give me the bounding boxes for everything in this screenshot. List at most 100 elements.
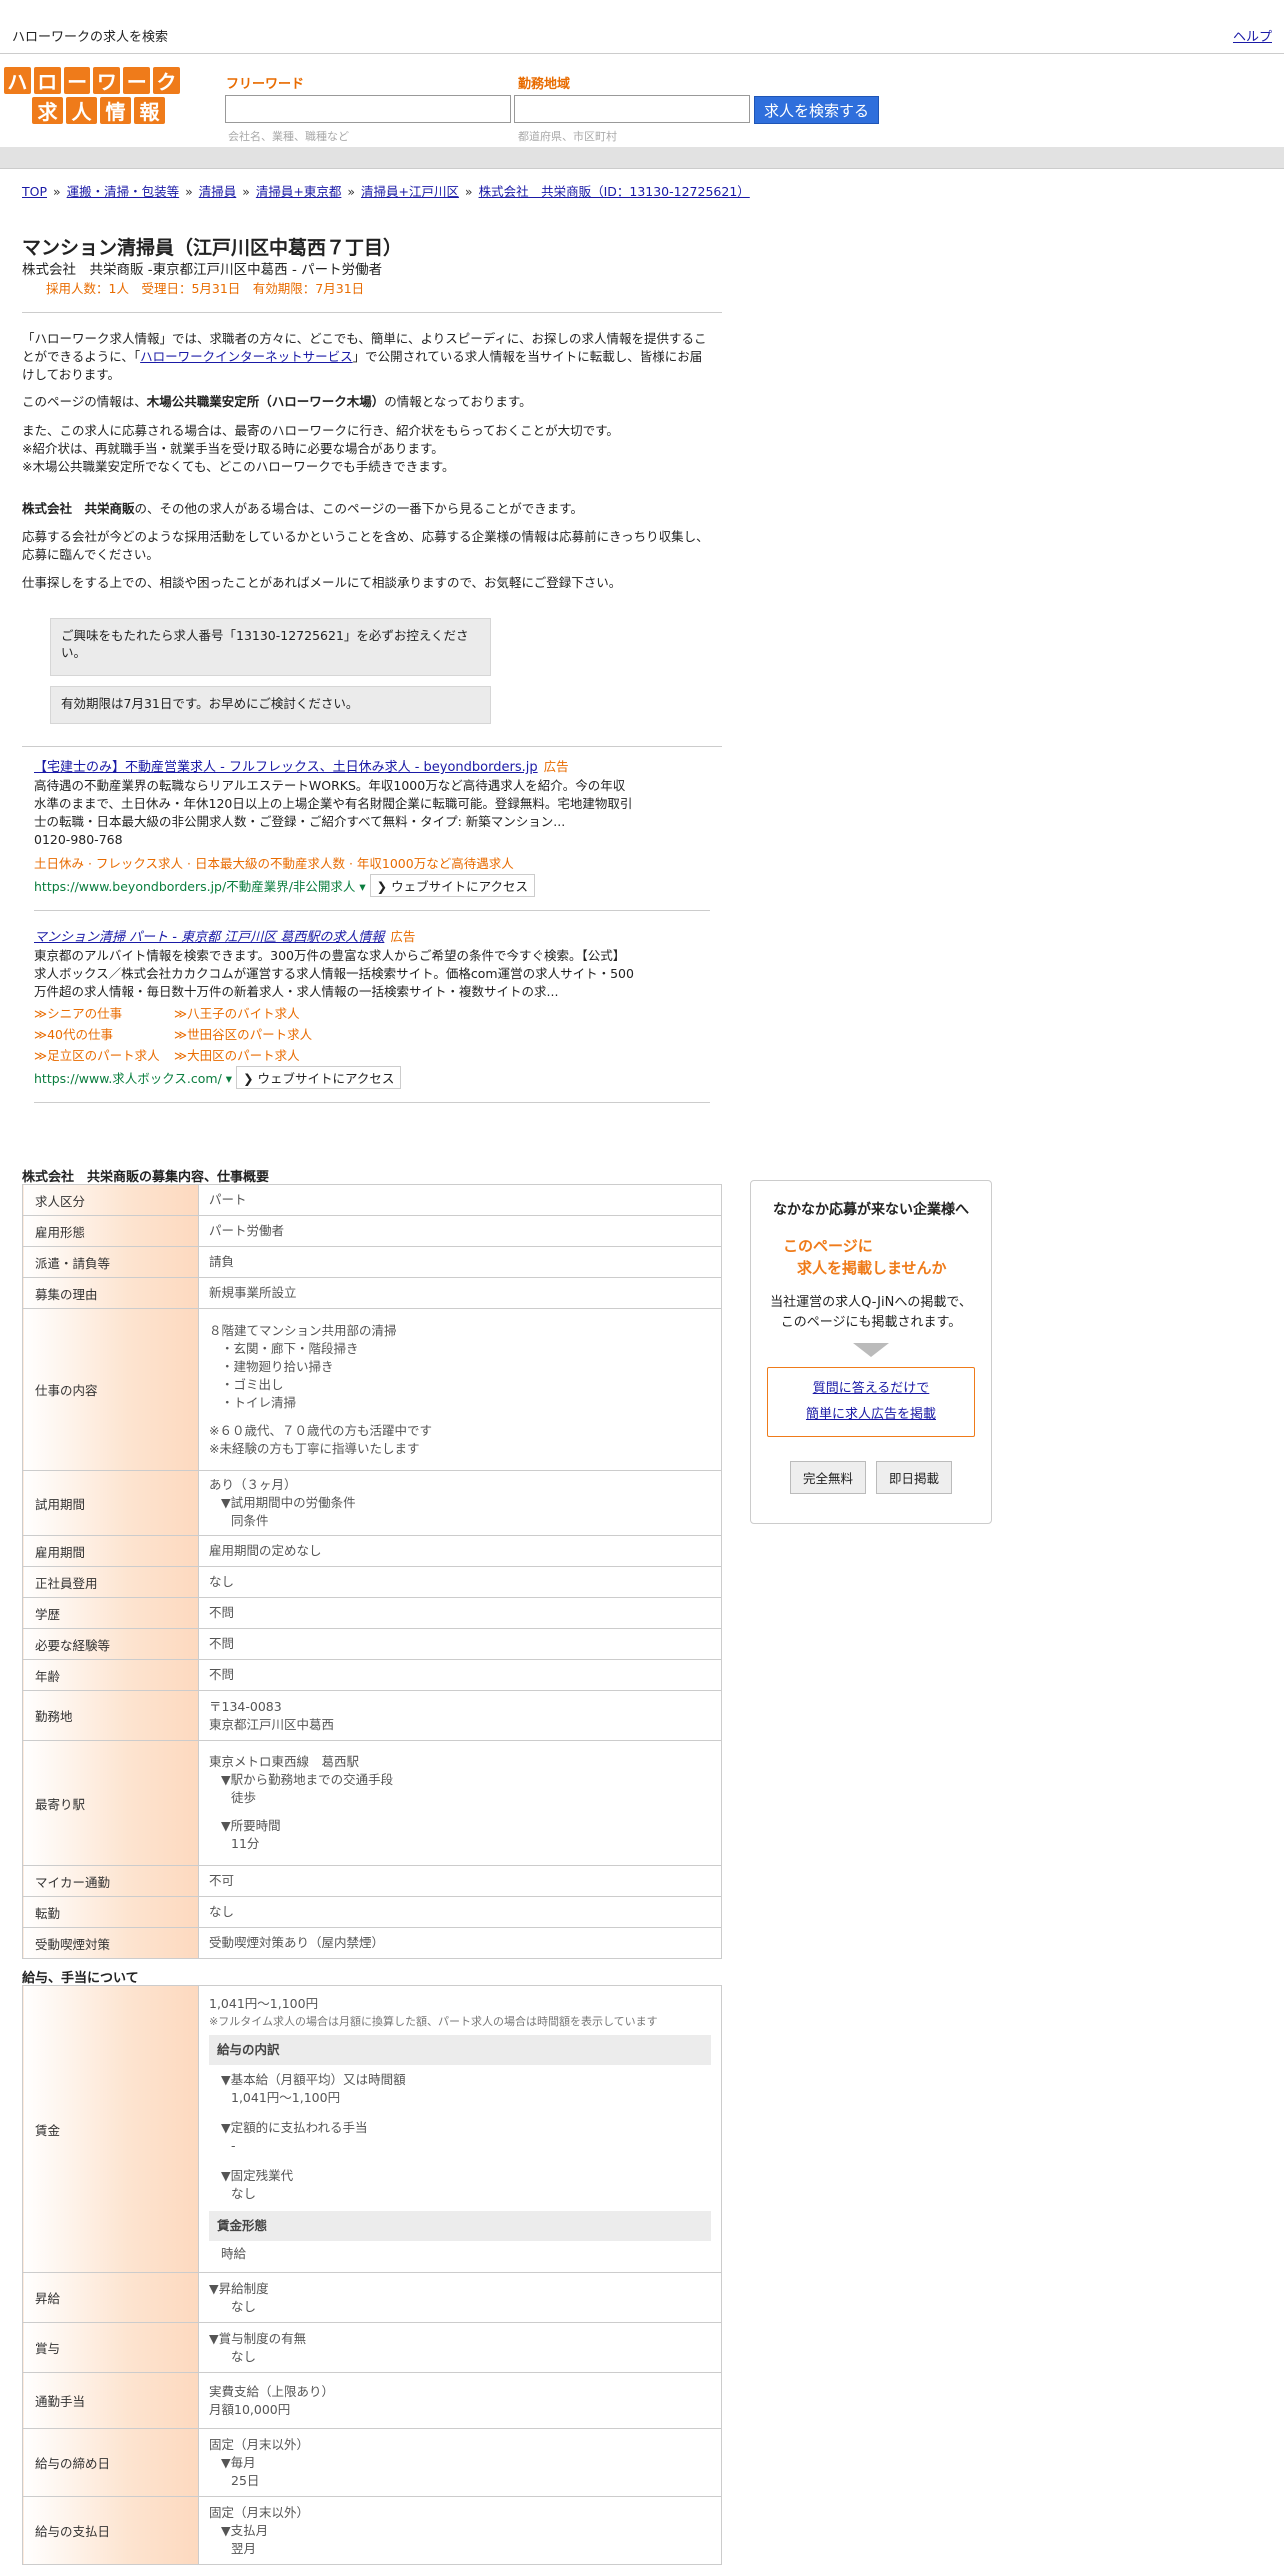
source-office-text: このページの情報は、木場公共職業安定所（ハローワーク木場）の情報となっております… xyxy=(22,394,532,409)
job-meta: 採用人数：1人 受理日：5月31日 有効期限：7月31日 xyxy=(46,281,365,296)
logo-char: ー xyxy=(63,67,91,94)
top-bar: ハローワークの求人を検索 ヘルプ xyxy=(0,0,1284,54)
other-jobs-text: 株式会社 共栄商販の、その他の求人がある場合は、このページの一番下から見ることが… xyxy=(22,501,584,516)
row-key: 年齢 xyxy=(22,1659,199,1691)
freeword-hint: 会社名、業種、職種など xyxy=(228,130,349,143)
table-row: 受動喫煙対策 受動喫煙対策あり（屋内禁煙） xyxy=(22,1927,722,1959)
visit-website-button[interactable]: ❯ ウェブサイトにアクセス xyxy=(369,874,536,897)
breadcrumb-link[interactable]: 清掃員 xyxy=(199,184,237,199)
area-label: 勤務地域 xyxy=(518,77,571,92)
search-button[interactable]: 求人を検索する xyxy=(754,96,879,124)
job-title: マンション清掃員（江戸川区中葛西７丁目） xyxy=(22,237,403,259)
row-key: 受動喫煙対策 xyxy=(22,1927,199,1959)
freeword-input[interactable] xyxy=(225,95,511,123)
site-caption: ハローワークの求人を検索 xyxy=(12,30,169,45)
ad-sitelinks: ≫シニアの仕事 ≫八王子のバイト求人 ≫40代の仕事 ≫世田谷区のパート求人 ≫足立区の… xyxy=(34,1003,634,1064)
overview-table: 求人区分 パート 雇用形態 パート労働者 派遣・請負等 請負 募集の理由 新規事業所設立 仕事の… xyxy=(22,1184,722,1959)
breadcrumb-link[interactable]: 清掃員+東京都 xyxy=(256,184,341,199)
advertise-catchcopy: このページに 求人を掲載しませんか xyxy=(783,1237,947,1277)
ad-sitelink[interactable]: ≫シニアの仕事 xyxy=(34,1003,174,1022)
logo-char: ロ xyxy=(33,67,61,94)
overview-table-wrap: 求人区分 パート 雇用形態 パート労働者 派遣・請負等 請負 募集の理由 新規事業所設立 仕事の… xyxy=(22,1184,722,1959)
row-key: 仕事の内容 xyxy=(22,1308,199,1471)
breadcrumb-link[interactable]: 清掃員+江戸川区 xyxy=(361,184,459,199)
breadcrumb: TOP » 運搬・清掃・包装等 » 清掃員 » 清掃員+東京都 » 清掃員+江戸… xyxy=(20,181,752,200)
table-row: 学歴 不問 xyxy=(22,1597,722,1629)
row-value: 新規事業所設立 xyxy=(198,1277,722,1309)
wage-form-heading: 賃金形態 xyxy=(209,2211,711,2241)
divider xyxy=(22,312,722,313)
ad-badge: 広告 xyxy=(543,759,569,774)
ad-title[interactable]: 【宅建士のみ】不動産営業求人 - フルフレックス、土日休み求人 - beyond… xyxy=(34,760,538,775)
row-value: 東京メトロ東西線 葛西駅 ▼駅から勤務地までの交通手段 徒歩 ▼所要時間 11分 xyxy=(198,1740,722,1866)
row-value: ▼賞与制度の有無 なし xyxy=(198,2322,722,2373)
answer-questions-link[interactable]: 質問に答えるだけで xyxy=(813,1381,930,1396)
ad-sitelink[interactable]: ≫40代の仕事 xyxy=(34,1024,174,1043)
ad-sitelink[interactable]: ≫世田谷区のパート求人 xyxy=(174,1024,374,1043)
table-row: 雇用期間 雇用期間の定めなし xyxy=(22,1535,722,1567)
row-value: パート労働者 xyxy=(198,1215,722,1247)
row-key: 昇給 xyxy=(22,2272,199,2323)
logo-char: ー xyxy=(123,67,151,94)
row-key: 転勤 xyxy=(22,1896,199,1928)
row-key: 給与の支払日 xyxy=(22,2496,199,2565)
row-key: 正社員登用 xyxy=(22,1566,199,1598)
logo-char: 情 xyxy=(100,97,131,124)
ad-sitelink[interactable]: ≫大田区のパート求人 xyxy=(174,1045,374,1064)
same-day-button[interactable]: 即日掲載 xyxy=(876,1461,953,1494)
advertise-heading: なかなか応募が来ない企業様へ xyxy=(773,1202,969,1218)
divider xyxy=(34,1102,710,1103)
row-key: 雇用期間 xyxy=(22,1535,199,1567)
visit-website-button[interactable]: ❯ ウェブサイトにアクセス xyxy=(236,1066,402,1089)
row-value: 〒134-0083 東京都江戸川区中葛西 xyxy=(198,1690,722,1741)
ad-block: マンション清掃 パート - 東京都 江戸川区 葛西駅の求人情報 広告 東京都のアル… xyxy=(34,926,634,1089)
row-value: 請負 xyxy=(198,1246,722,1278)
job-number-notice: ご興味をもたれたら求人番号「13130-12725621」を必ずお控えください。 xyxy=(50,618,491,676)
row-value: パート xyxy=(198,1184,722,1216)
ad-sitelink[interactable]: ≫足立区のパート求人 xyxy=(34,1045,174,1064)
row-key: 募集の理由 xyxy=(22,1277,199,1309)
breadcrumb-separator: » xyxy=(343,184,359,199)
row-value: ８階建てマンション共用部の清掃 ・玄関・廊下・階段掃き ・建物廻り拾い掃き ・ゴミ出し… xyxy=(198,1308,722,1471)
site-logo[interactable]: ハローワーク 求人情報 xyxy=(4,67,180,125)
free-button[interactable]: 完全無料 xyxy=(789,1461,866,1494)
row-key: 雇用形態 xyxy=(22,1215,199,1247)
table-row: 給与の締め日 固定（月末以外） ▼毎月 25日 xyxy=(22,2428,722,2497)
ad-url[interactable]: https://www.求人ボックス.com/ xyxy=(34,1071,222,1086)
post-ad-link[interactable]: 簡単に求人広告を掲載 xyxy=(806,1407,936,1422)
header: ハローワーク 求人情報 フリーワード 会社名、業種、職種など 勤務地域 都道府県… xyxy=(0,55,1284,147)
row-value: なし xyxy=(198,1896,722,1928)
row-key: 通勤手当 xyxy=(22,2372,199,2429)
hellowork-internet-link[interactable]: ハローワークインターネットサービス xyxy=(140,349,353,364)
help-link[interactable]: ヘルプ xyxy=(1233,26,1272,45)
logo-char: 求 xyxy=(32,97,63,124)
advertise-box: なかなか応募が来ない企業様へ このページに 求人を掲載しませんか 当社運営の求人… xyxy=(750,1180,992,1524)
row-key: 必要な経験等 xyxy=(22,1628,199,1660)
row-value: 不可 xyxy=(198,1865,722,1897)
table-row: 転勤 なし xyxy=(22,1896,722,1928)
breadcrumb-separator: » xyxy=(181,184,197,199)
breadcrumb-link[interactable]: 株式会社 共栄商販（ID：13130-12725621） xyxy=(479,184,750,199)
row-value: 受動喫煙対策あり（屋内禁煙） xyxy=(198,1927,722,1959)
area-input[interactable] xyxy=(514,95,750,123)
header-divider xyxy=(0,147,1284,169)
row-value: 不問 xyxy=(198,1597,722,1629)
table-row: 求人区分 パート xyxy=(22,1184,722,1216)
logo-char: 人 xyxy=(66,97,97,124)
row-value: 固定（月末以外） ▼毎月 25日 xyxy=(198,2428,722,2497)
ad-sitelink[interactable]: ≫八王子のバイト求人 xyxy=(174,1003,374,1022)
table-row: 募集の理由 新規事業所設立 xyxy=(22,1277,722,1309)
ad-sitelinks[interactable]: 土日休み · フレックス求人 · 日本最大級の不動産求人数 · 年収1000万な… xyxy=(34,853,634,872)
breadcrumb-link[interactable]: 運搬・清掃・包装等 xyxy=(67,184,180,199)
ad-block: 【宅建士のみ】不動産営業求人 - フルフレックス、土日休み求人 - beyond… xyxy=(34,756,634,897)
row-key: 賞与 xyxy=(22,2322,199,2373)
table-row: 正社員登用 なし xyxy=(22,1566,722,1598)
advertise-description: 当社運営の求人Q-JiNへの掲載で、 このページにも掲載されます。 xyxy=(770,1295,972,1330)
row-key: 最寄り駅 xyxy=(22,1740,199,1866)
row-value: 不問 xyxy=(198,1628,722,1660)
ad-url[interactable]: https://www.beyondborders.jp/不動産業界/非公開求人 xyxy=(34,879,355,894)
breadcrumb-link[interactable]: TOP xyxy=(22,184,47,199)
advice-text: 応募する会社が今どのような採用活動をしているかということを含め、応募する企業様の… xyxy=(22,529,709,562)
ad-title[interactable]: マンション清掃 パート - 東京都 江戸川区 葛西駅の求人情報 xyxy=(34,930,384,945)
row-value: なし xyxy=(198,1566,722,1598)
